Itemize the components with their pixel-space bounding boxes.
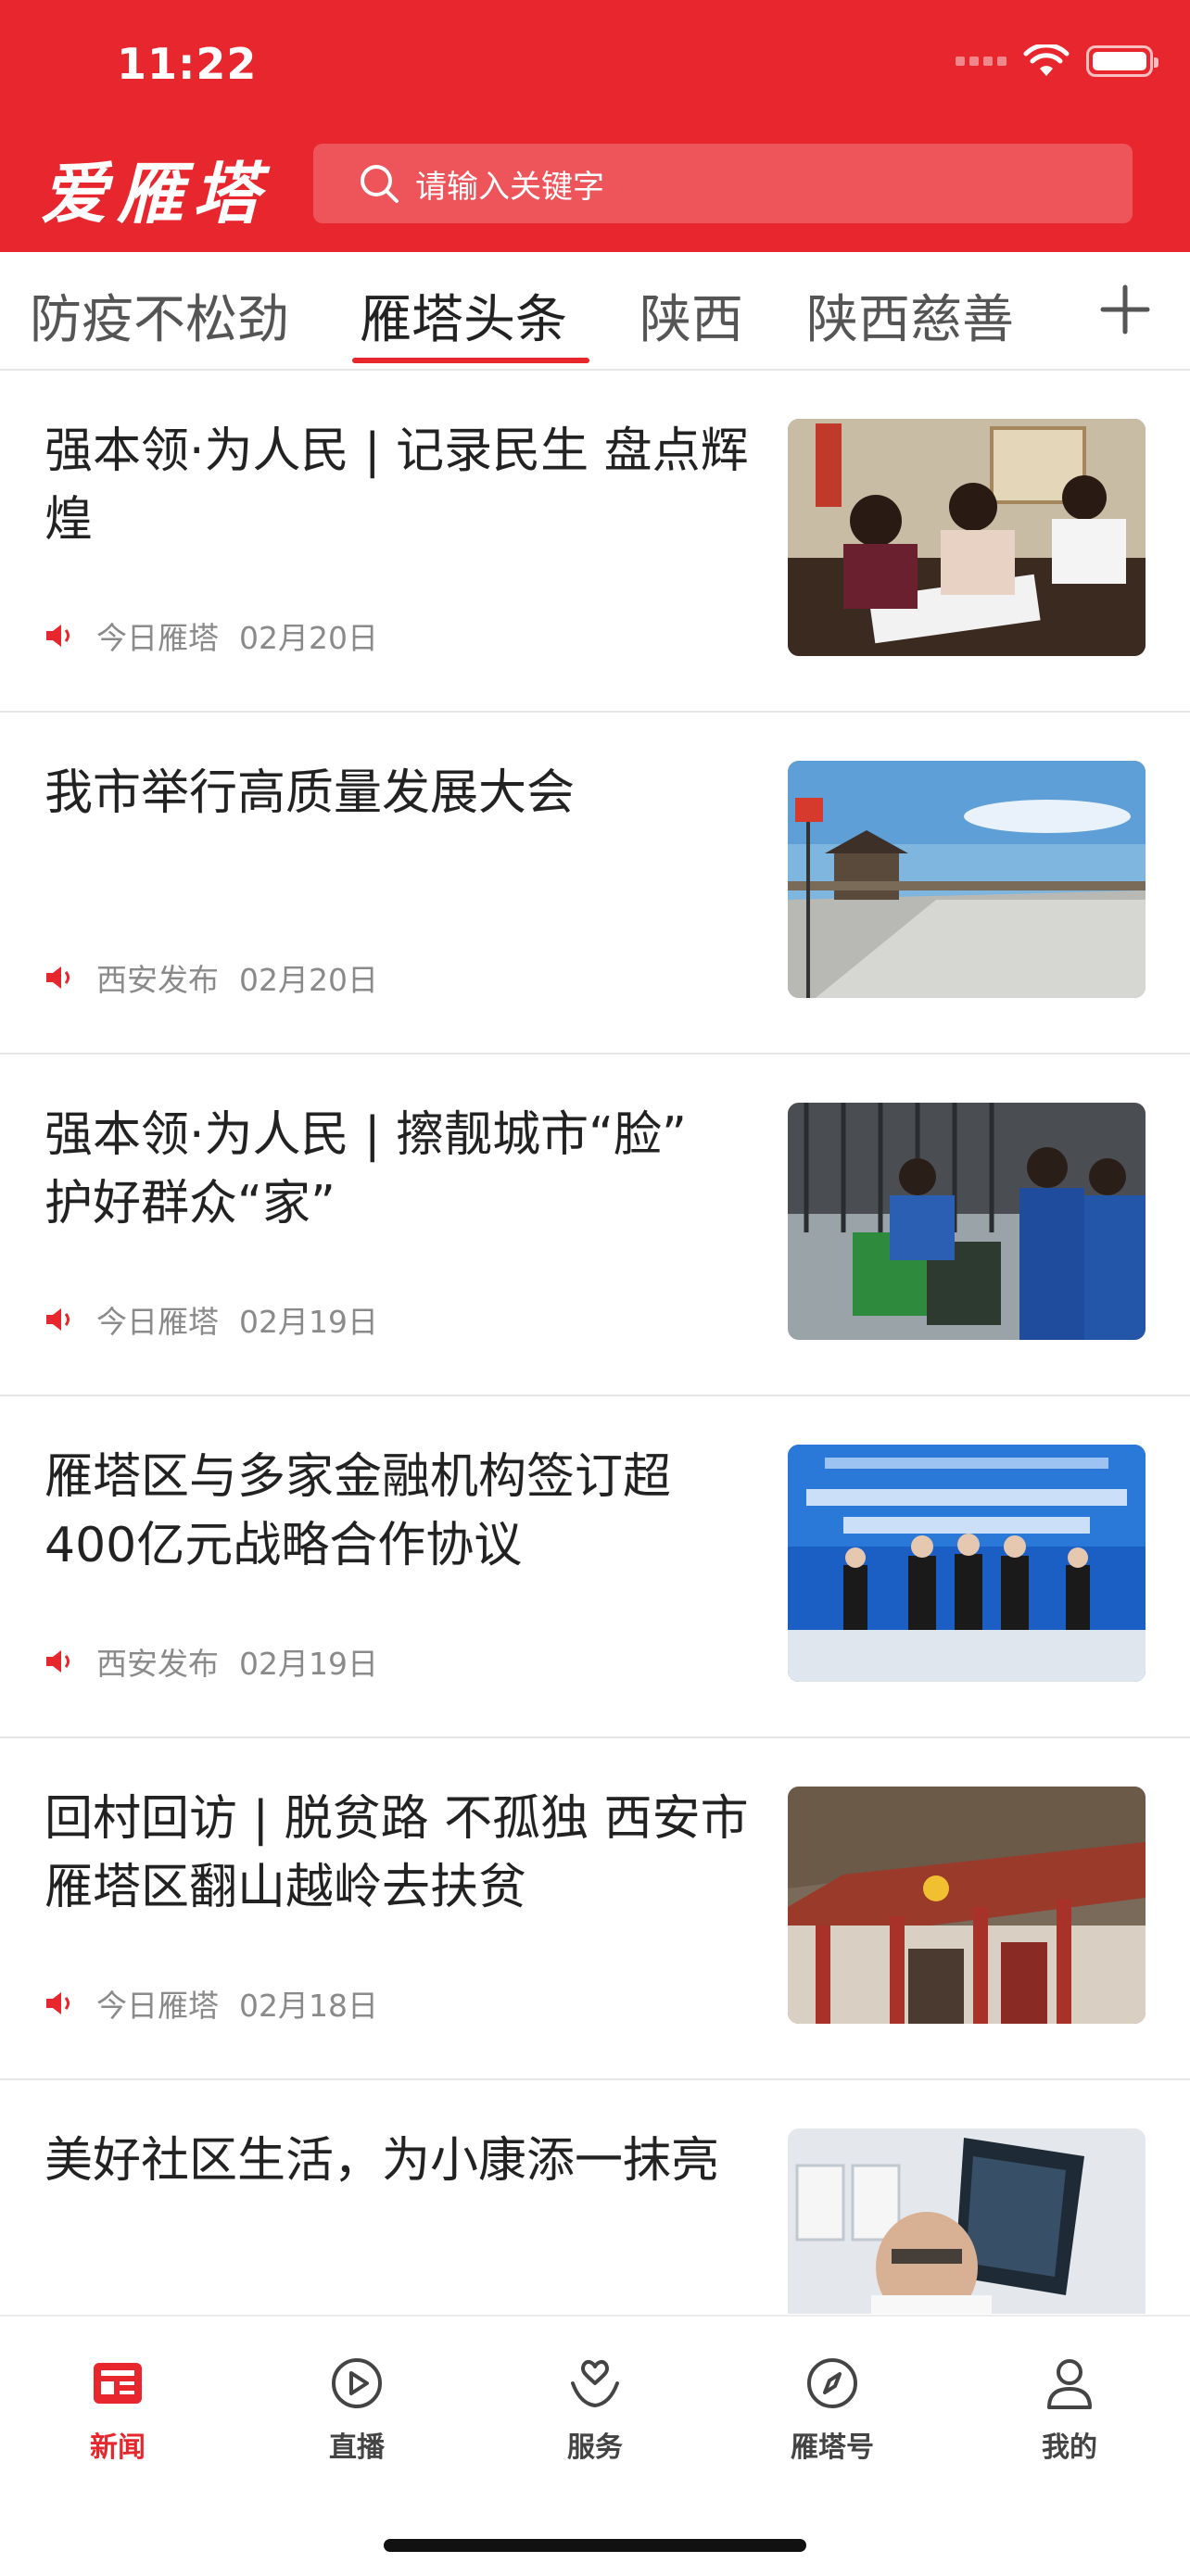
news-source: 西安发布 bbox=[96, 1646, 219, 1682]
news-meta: 今日雁塔 02月18日 bbox=[44, 1981, 378, 2026]
app-logo: 爱雁塔 bbox=[41, 154, 270, 233]
nav-label: 我的 bbox=[1042, 2431, 1097, 2464]
nav-live[interactable]: 直播 bbox=[283, 2355, 431, 2465]
news-item[interactable]: 雁塔区与多家金融机构签订超400亿元战略合作协议 西安发布 02月19日 bbox=[0, 1396, 1190, 1738]
news-date: 02月20日 bbox=[239, 962, 378, 998]
news-meta: 今日雁塔 02月20日 bbox=[44, 613, 378, 658]
wifi-icon bbox=[1023, 44, 1070, 76]
news-date: 02月18日 bbox=[239, 1988, 378, 2024]
status-time: 11:22 bbox=[117, 39, 258, 89]
news-source: 今日雁塔 bbox=[96, 1988, 219, 2024]
news-title: 美好社区生活，为小康添一抹亮 bbox=[44, 2133, 720, 2189]
news-meta: 西安发布 02月19日 bbox=[44, 1639, 378, 1684]
play-icon bbox=[332, 2358, 382, 2408]
news-thumbnail[interactable] bbox=[788, 2128, 1146, 2314]
news-meta: 今日雁塔 02月19日 bbox=[44, 1297, 378, 1342]
compass-icon bbox=[807, 2358, 857, 2408]
tab-shaanxi[interactable]: 陕西 bbox=[639, 278, 743, 353]
tab-fangyi[interactable]: 防疫不松劲 bbox=[30, 278, 289, 353]
news-item[interactable]: 强本领·为人民 | 擦靓城市“脸” 护好群众“家” 今日雁塔 02月19日 bbox=[0, 1054, 1190, 1396]
news-date: 02月19日 bbox=[239, 1304, 378, 1340]
nav-yanta-hao[interactable]: 雁塔号 bbox=[758, 2355, 906, 2465]
search-bar[interactable]: 请输入关键字 bbox=[313, 144, 1133, 223]
news-item[interactable]: 回村回访 | 脱贫路 不孤独 西安市雁塔区翻山越岭去扶贫 今日雁塔 02月18日 bbox=[0, 1738, 1190, 2080]
home-indicator[interactable] bbox=[384, 2539, 806, 2552]
news-title: 我市举行高质量发展大会 bbox=[44, 765, 576, 821]
news-title: 强本领·为人民 | 记录民生 盘点辉煌 bbox=[44, 423, 749, 548]
news-thumbnail[interactable] bbox=[788, 1103, 1146, 1340]
category-tabs: 防疫不松劲 雁塔头条 陕西 陕西慈善 bbox=[0, 252, 1190, 371]
user-icon bbox=[1047, 2359, 1092, 2409]
service-heart-icon bbox=[571, 2359, 619, 2408]
nav-mine[interactable]: 我的 bbox=[995, 2355, 1144, 2465]
nav-news[interactable]: 新闻 bbox=[44, 2355, 192, 2465]
news-date: 02月19日 bbox=[239, 1646, 378, 1682]
status-indicators bbox=[956, 44, 1158, 78]
search-placeholder: 请输入关键字 bbox=[415, 168, 604, 206]
bottom-tab-bar: 新闻 直播 服务 雁塔号 我的 bbox=[0, 2315, 1190, 2576]
news-icon bbox=[94, 2363, 142, 2404]
battery-icon bbox=[1086, 45, 1158, 77]
search-icon bbox=[361, 165, 399, 203]
news-title: 回村回访 | 脱贫路 不孤独 西安市雁塔区翻山越岭去扶贫 bbox=[44, 1791, 749, 1915]
speaker-icon[interactable] bbox=[44, 1648, 76, 1675]
news-title: 强本领·为人民 | 擦靓城市“脸” 护好群众“家” bbox=[44, 1107, 687, 1231]
speaker-icon[interactable] bbox=[44, 1989, 76, 2017]
news-list: 强本领·为人民 | 记录民生 盘点辉煌 今日雁塔 02月20日 我市举行高质量发… bbox=[0, 371, 1190, 2420]
nav-label: 直播 bbox=[329, 2431, 385, 2464]
news-source: 西安发布 bbox=[96, 962, 219, 998]
news-item[interactable]: 强本领·为人民 | 记录民生 盘点辉煌 今日雁塔 02月20日 bbox=[0, 371, 1190, 713]
news-thumbnail[interactable] bbox=[788, 1787, 1146, 2024]
news-date: 02月20日 bbox=[239, 620, 378, 656]
nav-label: 服务 bbox=[567, 2431, 623, 2464]
speaker-icon[interactable] bbox=[44, 1306, 76, 1333]
news-source: 今日雁塔 bbox=[96, 620, 219, 656]
tab-yanta-toutiao[interactable]: 雁塔头条 bbox=[360, 278, 567, 353]
tab-shaanxi-cishan[interactable]: 陕西慈善 bbox=[806, 278, 1014, 353]
plus-icon[interactable] bbox=[1099, 284, 1151, 335]
news-title: 雁塔区与多家金融机构签订超400亿元战略合作协议 bbox=[44, 1449, 672, 1573]
news-source: 今日雁塔 bbox=[96, 1304, 219, 1340]
speaker-icon[interactable] bbox=[44, 964, 76, 991]
active-tab-indicator bbox=[352, 358, 589, 363]
news-thumbnail[interactable] bbox=[788, 419, 1146, 656]
speaker-icon[interactable] bbox=[44, 622, 76, 650]
news-item[interactable]: 我市举行高质量发展大会 西安发布 02月20日 bbox=[0, 713, 1190, 1054]
news-thumbnail[interactable] bbox=[788, 761, 1146, 998]
nav-service[interactable]: 服务 bbox=[521, 2355, 669, 2465]
news-thumbnail[interactable] bbox=[788, 1445, 1146, 1682]
news-meta: 西安发布 02月20日 bbox=[44, 955, 378, 1000]
app-header: 11:22 爱雁塔 请输入关键字 bbox=[0, 0, 1190, 252]
nav-label: 新闻 bbox=[90, 2431, 146, 2464]
nav-label: 雁塔号 bbox=[791, 2431, 874, 2464]
signal-icon bbox=[956, 57, 1006, 66]
